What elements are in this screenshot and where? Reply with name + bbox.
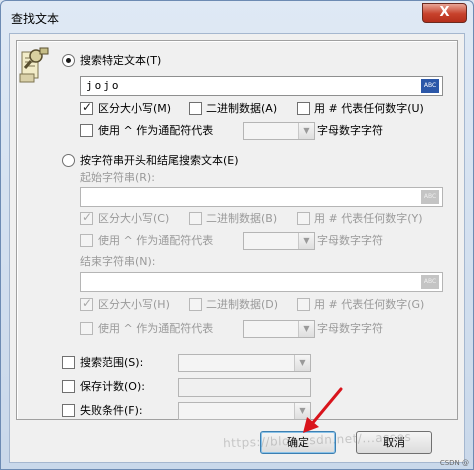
end-caret-select[interactable]: ▼ xyxy=(243,320,315,338)
start-case-checkbox[interactable]: ✓ xyxy=(80,210,93,225)
search-begin-end-radio[interactable] xyxy=(62,154,75,167)
hash-digit-checkbox[interactable] xyxy=(297,102,310,115)
binary-data-label: 二进制数据(A) xyxy=(206,102,278,115)
search-scope-checkbox[interactable] xyxy=(62,356,75,369)
end-alnum-label: 字母数字字符 xyxy=(317,322,383,335)
end-case-checkbox[interactable]: ✓ xyxy=(80,296,93,311)
specific-text-value: jojo xyxy=(86,79,121,92)
abc-icon[interactable]: ABC xyxy=(421,79,439,93)
start-hash-label: 用 # 代表任何数字(Y) xyxy=(314,212,423,225)
search-specific-radio[interactable] xyxy=(62,54,75,67)
search-scope-select[interactable]: ▼ xyxy=(178,354,311,372)
checkmark-icon: ✓ xyxy=(82,210,93,224)
corner-watermark: CSDN @ xyxy=(439,459,469,467)
annotation-arrow xyxy=(303,387,343,433)
caret-wildcard-label: 使用 ^ 作为通配符代表 xyxy=(98,124,214,137)
window-title: 查找文本 xyxy=(11,12,60,26)
fail-condition-label: 失败条件(F): xyxy=(80,404,143,417)
chevron-down-icon: ▼ xyxy=(294,355,310,371)
chevron-down-icon: ▼ xyxy=(298,123,314,139)
search-scope-label: 搜索范围(S): xyxy=(80,356,144,369)
start-alnum-label: 字母数字字符 xyxy=(317,234,383,247)
dialog-body: 搜索特定文本(T) jojo ABC ✓ 区分大小写(M) 二进制数据(A) 用… xyxy=(9,33,465,463)
start-string-label: 起始字符串(R): xyxy=(80,171,155,184)
save-count-checkbox[interactable] xyxy=(62,380,75,393)
hash-digit-label: 用 # 代表任何数字(U) xyxy=(314,102,424,115)
fail-condition-checkbox[interactable] xyxy=(62,404,75,417)
start-hash-checkbox[interactable] xyxy=(297,212,310,225)
search-begin-end-label: 按字符串开头和结尾搜索文本(E) xyxy=(80,154,239,167)
title-bar[interactable]: 查找文本 X xyxy=(1,1,473,33)
end-case-label: 区分大小写(H) xyxy=(98,298,170,311)
start-string-input[interactable]: ABC xyxy=(80,187,443,207)
end-caret-label: 使用 ^ 作为通配符代表 xyxy=(98,322,214,335)
start-caret-label: 使用 ^ 作为通配符代表 xyxy=(98,234,214,247)
end-hash-checkbox[interactable] xyxy=(297,298,310,311)
end-binary-label: 二进制数据(D) xyxy=(206,298,279,311)
chevron-down-icon: ▼ xyxy=(298,233,314,249)
alnum-label: 字母数字字符 xyxy=(317,124,383,137)
end-hash-label: 用 # 代表任何数字(G) xyxy=(314,298,425,311)
end-string-input[interactable]: ABC xyxy=(80,272,443,292)
chevron-down-icon: ▼ xyxy=(298,321,314,337)
save-count-input[interactable] xyxy=(178,378,311,397)
search-specific-label: 搜索特定文本(T) xyxy=(80,54,162,67)
start-caret-checkbox[interactable] xyxy=(80,234,93,247)
specific-text-input[interactable]: jojo ABC xyxy=(80,76,443,96)
start-case-label: 区分大小写(C) xyxy=(98,212,170,225)
find-text-dialog: 查找文本 X 搜索特定文本(T) jojo ABC ✓ 区分大小写(M) 二进制… xyxy=(0,0,474,470)
end-string-label: 结束字符串(N): xyxy=(80,255,156,268)
end-binary-checkbox[interactable] xyxy=(189,298,202,311)
abc-icon[interactable]: ABC xyxy=(421,190,439,204)
start-binary-checkbox[interactable] xyxy=(189,212,202,225)
checkmark-icon: ✓ xyxy=(82,100,93,114)
caret-wildcard-checkbox[interactable] xyxy=(80,124,93,137)
end-caret-checkbox[interactable] xyxy=(80,322,93,335)
start-caret-select[interactable]: ▼ xyxy=(243,232,315,250)
fail-condition-select[interactable]: ▼ xyxy=(178,402,311,420)
caret-wildcard-select[interactable]: ▼ xyxy=(243,122,315,140)
find-text-icon xyxy=(16,46,50,86)
start-binary-label: 二进制数据(B) xyxy=(206,212,278,225)
case-sensitive-label: 区分大小写(M) xyxy=(98,102,172,115)
abc-icon[interactable]: ABC xyxy=(421,275,439,289)
radio-selected-dot xyxy=(66,58,71,63)
binary-data-checkbox[interactable] xyxy=(189,102,202,115)
save-count-label: 保存计数(O): xyxy=(80,380,145,393)
close-icon: X xyxy=(439,5,450,20)
close-button[interactable]: X xyxy=(422,3,467,23)
checkmark-icon: ✓ xyxy=(82,296,93,310)
case-sensitive-checkbox[interactable]: ✓ xyxy=(80,100,93,115)
